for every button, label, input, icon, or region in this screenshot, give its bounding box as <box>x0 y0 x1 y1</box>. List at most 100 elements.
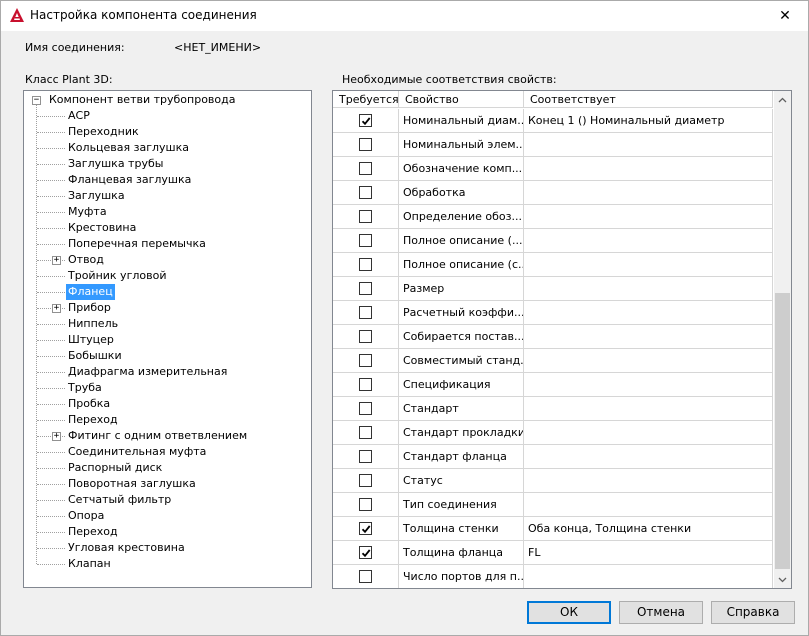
chevron-down-icon[interactable] <box>774 571 791 588</box>
required-checkbox[interactable] <box>359 282 372 295</box>
tree-item[interactable]: Поворотная заглушка <box>66 476 198 492</box>
required-checkbox[interactable] <box>359 162 372 175</box>
required-checkbox[interactable] <box>359 210 372 223</box>
table-row[interactable]: Расчетный коэффи... <box>333 301 773 325</box>
required-checkbox[interactable] <box>359 546 372 559</box>
column-header-property[interactable]: Свойство <box>399 91 524 108</box>
property-grid[interactable]: Требуется Свойство Соответствует Номинал… <box>332 90 792 589</box>
tree-item[interactable]: Отвод <box>66 252 106 268</box>
mapping-cell[interactable] <box>524 253 773 277</box>
tree-item[interactable]: Клапан <box>66 556 113 572</box>
required-checkbox[interactable] <box>359 402 372 415</box>
mapping-cell[interactable] <box>524 493 773 517</box>
required-checkbox[interactable] <box>359 378 372 391</box>
table-row[interactable]: Толщина фланца FL <box>333 541 773 565</box>
tree-item[interactable]: Заглушка трубы <box>66 156 165 172</box>
required-checkbox[interactable] <box>359 114 372 127</box>
tree-item[interactable]: Поперечная перемычка <box>66 236 208 252</box>
chevron-up-icon[interactable] <box>774 91 791 108</box>
required-checkbox[interactable] <box>359 138 372 151</box>
plus-icon[interactable]: + <box>52 432 61 441</box>
tree-item[interactable]: Бобышки <box>66 348 124 364</box>
mapping-cell[interactable] <box>524 181 773 205</box>
mapping-cell[interactable] <box>524 277 773 301</box>
tree-item[interactable]: Переходник <box>66 124 141 140</box>
table-row[interactable]: Обозначение комп... <box>333 157 773 181</box>
table-row[interactable]: Полное описание (... <box>333 229 773 253</box>
column-header-mapping[interactable]: Соответствует <box>524 91 773 108</box>
tree-item[interactable]: Распорный диск <box>66 460 164 476</box>
required-checkbox[interactable] <box>359 450 372 463</box>
table-row[interactable]: Стандарт прокладки <box>333 421 773 445</box>
mapping-cell[interactable] <box>524 229 773 253</box>
tree-item[interactable]: Фитинг с одним ответвлением <box>66 428 249 444</box>
table-row[interactable]: Собирается постав... <box>333 325 773 349</box>
table-row[interactable]: Обработка <box>333 181 773 205</box>
table-row[interactable]: Номинальный элем... <box>333 133 773 157</box>
tree-item[interactable]: Труба <box>66 380 104 396</box>
mapping-cell[interactable] <box>524 157 773 181</box>
tree-item[interactable]: Прибор <box>66 300 113 316</box>
mapping-cell[interactable] <box>524 445 773 469</box>
tree-item[interactable]: Опора <box>66 508 106 524</box>
tree-item[interactable]: Тройник угловой <box>66 268 168 284</box>
required-checkbox[interactable] <box>359 522 372 535</box>
table-row[interactable]: Число портов для п... <box>333 565 773 588</box>
table-row[interactable]: Номинальный диам... Конец 1 () Номинальны… <box>333 109 773 133</box>
table-row[interactable]: Статус <box>333 469 773 493</box>
tree-item[interactable]: Диафрагма измерительная <box>66 364 229 380</box>
cancel-button[interactable]: Отмена <box>619 601 703 624</box>
required-checkbox[interactable] <box>359 186 372 199</box>
tree-item[interactable]: Муфта <box>66 204 109 220</box>
tree-item[interactable]: Пробка <box>66 396 112 412</box>
table-row[interactable]: Толщина стенки Оба конца, Толщина стенки <box>333 517 773 541</box>
table-row[interactable]: Тип соединения <box>333 493 773 517</box>
required-checkbox[interactable] <box>359 570 372 583</box>
required-checkbox[interactable] <box>359 498 372 511</box>
required-checkbox[interactable] <box>359 258 372 271</box>
scroll-thumb[interactable] <box>775 293 790 569</box>
table-row[interactable]: Стандарт фланца <box>333 445 773 469</box>
plus-icon[interactable]: + <box>52 304 61 313</box>
help-button[interactable]: Справка <box>711 601 795 624</box>
required-checkbox[interactable] <box>359 354 372 367</box>
mapping-cell[interactable] <box>524 469 773 493</box>
mapping-cell[interactable]: Оба конца, Толщина стенки <box>524 517 773 541</box>
tree-item[interactable]: Угловая крестовина <box>66 540 187 556</box>
tree-item[interactable]: Фланец <box>66 284 115 300</box>
tree-item[interactable]: Кольцевая заглушка <box>66 140 191 156</box>
tree-root[interactable]: Компонент ветви трубопровода <box>47 92 237 108</box>
tree-item[interactable]: АСР <box>66 108 92 124</box>
plus-icon[interactable]: + <box>52 256 61 265</box>
mapping-cell[interactable] <box>524 421 773 445</box>
table-row[interactable]: Полное описание (с... <box>333 253 773 277</box>
mapping-cell[interactable] <box>524 373 773 397</box>
mapping-cell[interactable] <box>524 325 773 349</box>
table-row[interactable]: Совместимый станд... <box>333 349 773 373</box>
mapping-cell[interactable] <box>524 133 773 157</box>
table-row[interactable]: Размер <box>333 277 773 301</box>
mapping-cell[interactable] <box>524 205 773 229</box>
tree-item[interactable]: Штуцер <box>66 332 116 348</box>
required-checkbox[interactable] <box>359 306 372 319</box>
collapse-icon[interactable]: − <box>32 96 41 105</box>
table-row[interactable]: Спецификация <box>333 373 773 397</box>
tree-item[interactable]: Фланцевая заглушка <box>66 172 193 188</box>
close-icon[interactable]: ✕ <box>762 1 808 31</box>
tree-item[interactable]: Крестовина <box>66 220 138 236</box>
table-row[interactable]: Стандарт <box>333 397 773 421</box>
mapping-cell[interactable] <box>524 565 773 588</box>
required-checkbox[interactable] <box>359 474 372 487</box>
vertical-scrollbar[interactable] <box>774 91 791 588</box>
tree-item[interactable]: Соединительная муфта <box>66 444 208 460</box>
mapping-cell[interactable] <box>524 397 773 421</box>
column-header-required[interactable]: Требуется <box>333 91 399 108</box>
tree-item[interactable]: Переход <box>66 412 120 428</box>
required-checkbox[interactable] <box>359 234 372 247</box>
tree-item[interactable]: Заглушка <box>66 188 127 204</box>
mapping-cell[interactable] <box>524 349 773 373</box>
ok-button[interactable]: ОК <box>527 601 611 624</box>
class-tree[interactable]: − Компонент ветви трубопровода АСР Перехо… <box>23 90 312 588</box>
tree-item[interactable]: Сетчатый фильтр <box>66 492 173 508</box>
tree-item[interactable]: Ниппель <box>66 316 120 332</box>
